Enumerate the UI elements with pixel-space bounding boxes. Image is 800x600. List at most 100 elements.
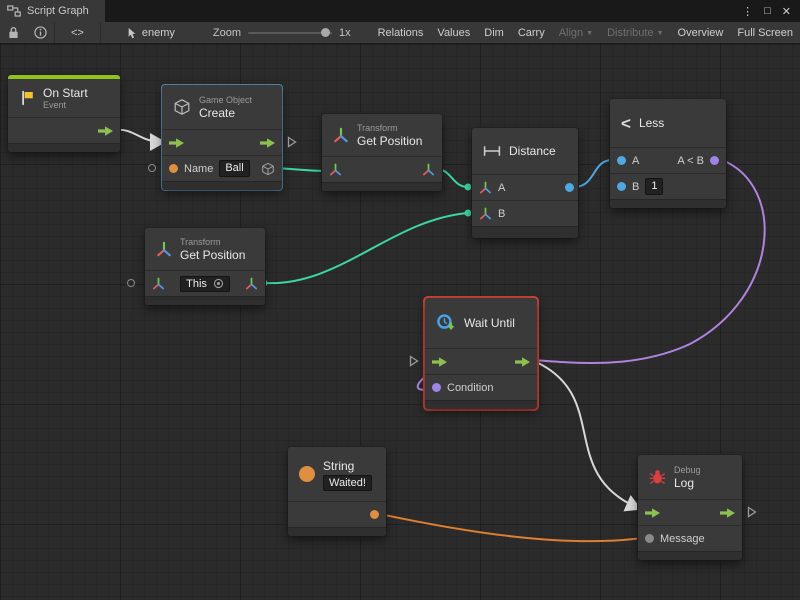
node-footer [288,527,386,536]
flow-output-port[interactable] [720,508,735,518]
transform-target-dropdown[interactable]: This [180,276,230,292]
wire-getposition2-to-distance-b [264,213,468,283]
flow-input-port[interactable] [169,138,184,148]
node-title: Log [674,476,701,490]
port-label: B [632,181,639,193]
condition-input-port[interactable] [432,383,441,392]
vector-a-input-port[interactable] [479,181,492,194]
node-title: String [323,459,372,473]
dim-button[interactable]: Dim [477,22,511,43]
flow-input-port[interactable] [645,508,660,518]
node-title: Distance [509,144,556,158]
transform-input-port[interactable] [329,163,342,176]
relations-button[interactable]: Relations [371,22,431,43]
result-output-port[interactable] [710,156,719,165]
node-distance[interactable]: Distance A B [472,128,578,238]
wire-onstart-to-create [116,130,162,142]
graph-asset-icon [127,27,137,39]
title-bar: Script Graph ⋮ □ ✕ [0,0,800,22]
game-object-output-port[interactable] [261,162,275,176]
node-footer [472,226,578,238]
node-footer [162,181,282,190]
node-category: Transform [180,237,245,248]
zoom-slider[interactable] [248,32,332,34]
window-menu-icon[interactable]: ⋮ [742,5,753,18]
node-wait-until[interactable]: Wait Until Condition [425,298,537,409]
zoom-control: Zoom 1x [213,27,351,39]
node-string[interactable]: String Waited! [288,447,386,536]
node-footer [638,551,742,560]
graph-breadcrumb[interactable]: enemy [127,27,175,39]
b-value-field[interactable]: 1 [645,178,663,195]
lock-icon [8,26,19,39]
node-footer [322,182,442,191]
name-input-port[interactable] [169,164,178,173]
transform-input-port[interactable] [152,277,165,290]
window-close-icon[interactable]: ✕ [782,5,791,18]
string-value-field[interactable]: Waited! [323,475,372,491]
flag-icon [19,90,35,106]
distance-icon [483,145,501,157]
node-title: Wait Until [464,316,515,330]
zoom-slider-knob[interactable] [321,28,330,37]
node-category: Game Object [199,95,252,106]
port-label: Message [660,533,705,545]
full-screen-button[interactable]: Full Screen [730,22,800,43]
port-label: Name [184,163,213,175]
distribute-button[interactable]: Distribute▼ [600,22,670,43]
flow-continue-arrow-icon [287,136,297,148]
node-debug-log[interactable]: Debug Log Message [638,455,742,560]
toolbar-separator [100,22,101,43]
zoom-label: Zoom [213,27,241,39]
node-get-position-bottom[interactable]: Transform Get Position This [145,228,265,305]
chevron-down-icon: ▼ [657,30,664,37]
tab-script-graph[interactable]: Script Graph [0,0,105,22]
unconnected-port-circle [148,164,156,172]
b-input-port[interactable] [617,182,626,191]
target-icon [213,278,224,289]
vector-b-input-port[interactable] [479,207,492,220]
values-button[interactable]: Values [430,22,477,43]
cube-icon [173,98,191,116]
bug-icon [649,469,666,485]
flow-output-port[interactable] [260,138,275,148]
position-output-port[interactable] [422,163,435,176]
node-get-position-top[interactable]: Transform Get Position [322,114,442,191]
window-maximize-icon[interactable]: □ [764,5,771,17]
graph-canvas[interactable]: On Start Event Game Object Create Name B… [0,44,800,600]
message-input-port[interactable] [645,534,654,543]
node-title: On Start [43,86,88,100]
edit-source-button[interactable]: <> [55,22,100,43]
value-output-port[interactable] [370,510,379,519]
flow-input-port[interactable] [432,357,447,367]
result-output-port[interactable] [565,183,574,192]
position-output-port[interactable] [245,277,258,290]
node-less[interactable]: < Less A A < B B 1 [610,99,726,208]
wait-clock-icon [436,313,456,333]
port-label: A [498,182,505,194]
info-icon [34,26,47,39]
a-input-port[interactable] [617,156,626,165]
lock-button[interactable] [0,22,27,43]
align-button[interactable]: Align▼ [552,22,600,43]
node-game-object-create[interactable]: Game Object Create Name Ball [162,85,282,190]
carry-button[interactable]: Carry [511,22,552,43]
flow-output-port[interactable] [98,126,113,136]
node-footer [8,143,120,152]
node-on-start-event[interactable]: On Start Event [8,75,120,152]
node-title: Get Position [357,134,422,148]
flow-output-port[interactable] [515,357,530,367]
overview-button[interactable]: Overview [671,22,731,43]
unconnected-port-circle [127,279,135,287]
node-footer [145,296,265,305]
code-icon: <> [71,27,84,39]
output-label: A < B [677,155,704,167]
node-subtitle: Event [43,100,88,111]
transform-icon [156,241,172,257]
node-footer [425,400,537,409]
info-button[interactable] [27,22,54,43]
name-value-field[interactable]: Ball [219,160,249,177]
node-category: Transform [357,123,422,134]
port-label: Condition [447,382,493,394]
port-label: A [632,155,639,167]
